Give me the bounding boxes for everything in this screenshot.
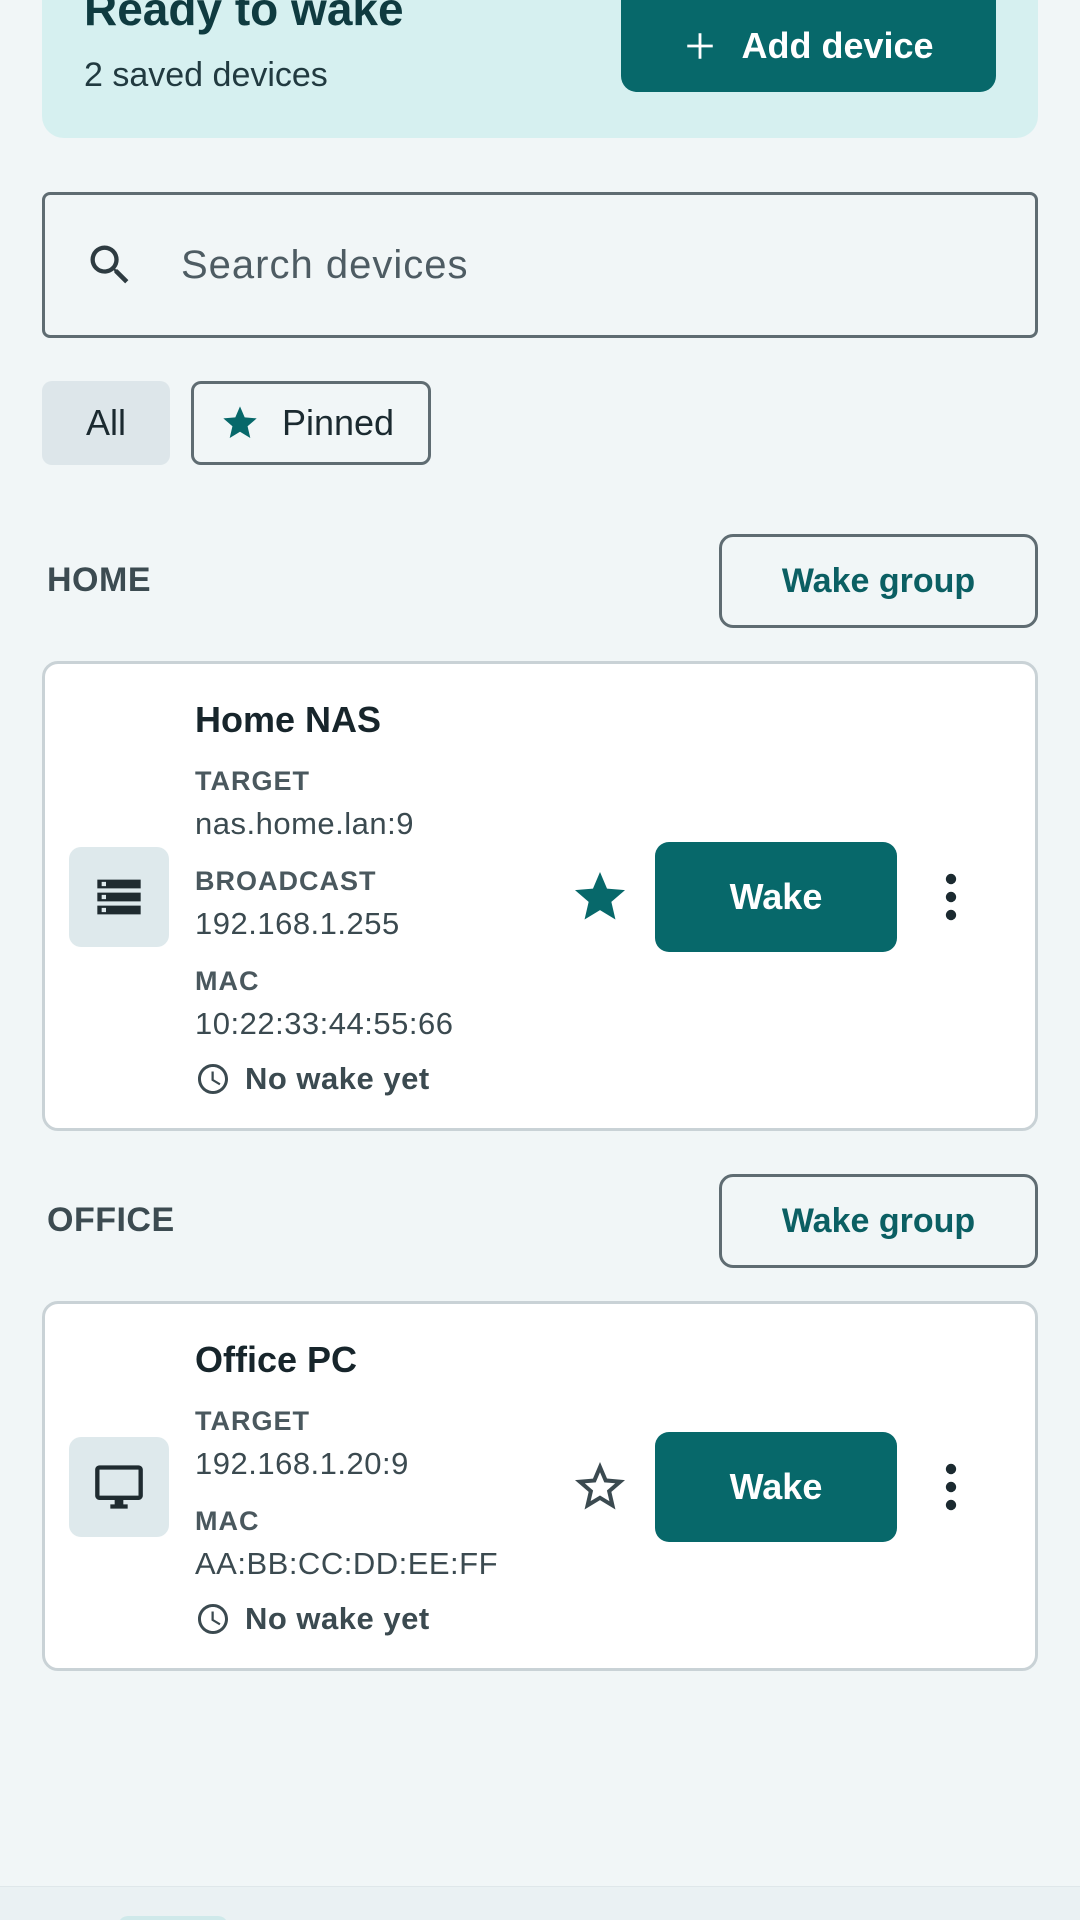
filter-chip-pinned-label: Pinned [281, 402, 395, 443]
wake-button[interactable]: Wake [655, 842, 897, 952]
mac-value: 10:22:33:44:55:66 [195, 1006, 454, 1041]
last-wake-text: No wake yet [245, 1601, 430, 1636]
group-label-home: HOME [47, 561, 151, 599]
last-wake-status: No wake yet [195, 1061, 430, 1097]
target-label: TARGET [195, 1406, 310, 1436]
add-device-label: Add device [741, 25, 934, 66]
search-field[interactable] [42, 192, 1038, 338]
more-options-button[interactable] [921, 1447, 981, 1527]
plus-icon [687, 33, 714, 59]
page-title: Ready to wake [84, 0, 404, 35]
desktop-icon [69, 1437, 169, 1537]
more-vert-icon [945, 873, 957, 921]
mac-label: MAC [195, 966, 260, 996]
mac-label: MAC [195, 1506, 260, 1536]
wake-button[interactable]: Wake [655, 1432, 897, 1542]
search-input[interactable] [181, 242, 941, 288]
star-outline-icon [575, 1462, 625, 1510]
wake-group-label: Wake group [781, 561, 976, 600]
filter-chip-pinned[interactable]: Pinned [191, 381, 431, 465]
broadcast-label: BROADCAST [195, 866, 377, 896]
device-name: Office PC [195, 1339, 358, 1380]
device-name: Home NAS [195, 699, 382, 740]
device-card-home-nas[interactable]: Home NAS TARGET nas.home.lan:9 BROADCAST… [42, 661, 1038, 1131]
star-icon [223, 406, 257, 438]
filter-chip-all-label: All [85, 402, 126, 443]
star-filled-icon [575, 872, 625, 920]
nav-active-indicator[interactable] [118, 1916, 228, 1920]
device-count: 2 saved devices [84, 56, 328, 94]
target-label: TARGET [195, 766, 310, 796]
wake-button-label: Wake [729, 876, 823, 917]
pin-toggle[interactable] [565, 1452, 635, 1522]
filter-chip-all[interactable]: All [42, 381, 170, 465]
server-icon [69, 847, 169, 947]
more-options-button[interactable] [921, 857, 981, 937]
wake-group-label: Wake group [781, 1201, 976, 1240]
last-wake-text: No wake yet [245, 1061, 430, 1096]
clock-icon [198, 1604, 228, 1634]
clock-icon [198, 1064, 228, 1094]
wake-group-home-button[interactable]: Wake group [719, 534, 1038, 628]
target-value: nas.home.lan:9 [195, 806, 414, 841]
more-vert-icon [945, 1463, 957, 1511]
last-wake-status: No wake yet [195, 1601, 430, 1637]
mac-value: AA:BB:CC:DD:EE:FF [195, 1546, 499, 1581]
broadcast-value: 192.168.1.255 [195, 906, 400, 941]
pin-toggle[interactable] [565, 862, 635, 932]
wake-group-office-button[interactable]: Wake group [719, 1174, 1038, 1268]
search-icon [81, 236, 139, 294]
wake-button-label: Wake [729, 1466, 823, 1507]
target-value: 192.168.1.20:9 [195, 1446, 409, 1481]
group-label-office: OFFICE [47, 1201, 175, 1239]
add-device-button[interactable]: Add device [621, 0, 996, 92]
bottom-navigation [0, 1886, 1080, 1920]
device-card-office-pc[interactable]: Office PC TARGET 192.168.1.20:9 MAC AA:B… [42, 1301, 1038, 1671]
